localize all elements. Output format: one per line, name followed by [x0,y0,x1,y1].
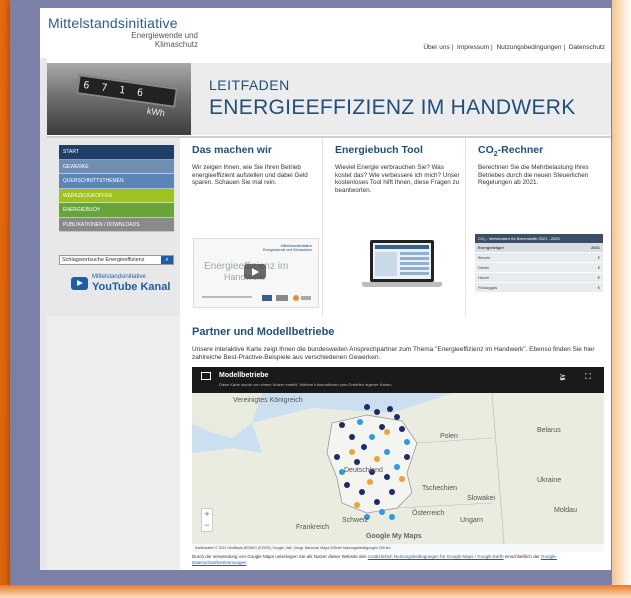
map-zoom-control[interactable]: + − [201,508,213,532]
feature-text: Wieviel Energie verbrauchen Sie? Was kos… [335,164,460,194]
co2-table-title: CO₂ - Mehrkosten für Brennstoffe 2021 - … [475,234,603,243]
logo-sub-line-2: Klimaschutz [154,40,198,49]
feature-title: Energiebuch Tool [335,144,423,156]
table-row: Flüssiggas € [475,283,603,293]
feature-text: Berechnen Sie die Mehrbelastung Ihres Be… [478,164,589,186]
meter-counter: 6 7 1 6 [76,74,178,108]
link-datenschutz[interactable]: Datenschutz [569,44,605,51]
search-icon[interactable]: ⌕ [161,256,173,264]
site-logo-subtitle: Energiewende und Klimaschutz [48,31,198,49]
map-label-hungary: Ungarn [460,517,483,524]
google-my-maps-logo: Google My Maps [366,533,422,540]
co2-row-name: Benzin [478,255,491,260]
co2-col-energietraeger: Energieträger [478,245,505,250]
nav-item-start[interactable]: START [59,145,174,160]
table-row: Benzin € [475,253,603,263]
nav-item-gewerke[interactable]: GEWERKE [59,159,174,174]
bottom-glow [0,585,631,598]
map-label-france: Frankreich [296,524,330,531]
laptop-image[interactable] [362,240,442,304]
youtube-channel-link[interactable]: Mittelstandsinitiative YouTube Kanal [71,273,176,295]
feature-title: CO2-Rechner [478,144,544,159]
banner-eyebrow: LEITFADEN [209,77,290,93]
co2-row-value: € [597,275,600,280]
link-ueber-uns[interactable]: Über uns [423,44,449,51]
map-label-poland: Polen [440,433,458,440]
main-nav: START GEWERKE QUERSCHNITTSTHEMEN WERKZEU… [59,145,174,232]
site-header: Mittelstandsinitiative Energiewende und … [40,8,611,58]
co2-col-2021: 2021 [591,245,600,250]
meter-unit: kWh [146,105,166,119]
left-gutter [40,58,47,570]
laptop-screen-content [373,243,431,279]
nav-item-publikationen[interactable]: PUBLIKATIONEN / DOWNLOADS [59,217,174,232]
banner-title: ENERGIEEFFIZIENZ IM HANDWERK [209,96,576,119]
youtube-big-label: YouTube Kanal [92,281,171,293]
co2-row-name: Flüssiggas [478,285,498,290]
co2-table-preview[interactable]: CO₂ - Mehrkosten für Brennstoffe 2021 - … [475,234,603,293]
top-links: Über uns | Impressum | Nutzungsbedingung… [423,44,605,51]
right-glow [612,0,631,598]
co2-table-header-row: Energieträger 2021 [475,243,603,253]
map-terms-notice: Durch die Verwendung von Google Maps unt… [192,554,606,566]
map-label-switzerland: Schweiz [342,517,369,524]
map-label-germany: Deutschland [344,467,383,474]
laptop-screen [370,240,434,282]
feature-energiebuch-tool: Energiebuch Tool Wieviel Energie verbrau… [328,138,466,316]
search-box: Schlagwortsuche Energieeffizienz ⌕ [59,255,174,265]
feature-das-machen-wir: Das machen wir Wir zeigen Ihnen, wie Sie… [185,138,323,316]
link-nutzungsbedingungen[interactable]: Nutzungsbedingungen [496,44,561,51]
co2-row-name: Diesel [478,265,490,270]
map-label-ukraine: Ukraine [537,477,562,484]
co2-row-value: € [597,285,600,290]
video-play-icon[interactable] [244,264,266,279]
sidebar-lower-panel [47,316,180,570]
map-label-czech: Tschechien [422,485,458,492]
laptop-screen-graphic [375,245,429,276]
video-partner-logos [202,295,311,301]
marker-layer [334,404,410,520]
partner-title: Partner und Modellbetriebe [192,326,335,338]
laptop-base [362,282,442,287]
sidebar: START GEWERKE QUERSCHNITTSTHEMEN WERKZEU… [47,138,180,316]
electricity-meter-image: 6 7 1 6 kWh [47,63,191,135]
map-attribution: Kartendaten © 2021 GeoBasis-DE/BKG (©200… [192,544,604,552]
table-row: Heizöl € [475,273,603,283]
terms-link-maps[interactable]: zusätzlichen Nutzungsbedingungen für Goo… [368,554,504,559]
table-row: Diesel € [475,263,603,273]
youtube-small-label: Mittelstandsinitiative [92,274,146,280]
site-logo[interactable]: Mittelstandsinitiative [48,15,178,31]
nav-item-energiebuch[interactable]: ENERGIEBUCH [59,203,174,218]
hero-banner: 6 7 1 6 kWh LEITFADEN ENERGIEEFFIZIENZ I… [47,63,611,135]
co2-row-value: € [597,255,600,260]
link-impressum[interactable]: Impressum [457,44,489,51]
feature-columns: Das machen wir Wir zeigen Ihnen, wie Sie… [185,138,611,316]
feature-co2-rechner: CO2-Rechner Berechnen Sie die Mehrbelast… [471,138,609,316]
feature-text: Wir zeigen Ihnen, wie Sie Ihren Betrieb … [192,164,308,186]
nav-item-werkzeugkoffer[interactable]: WERKZEUGKOFFER [59,188,174,203]
website-page: Mittelstandsinitiative Energiewende und … [40,8,611,570]
map-label-austria: Österreich [412,510,445,517]
terms-text-mid: einschließlich der [504,554,540,559]
co2-row-value: € [597,265,600,270]
co2-row-name: Heizöl [478,275,490,280]
map-label-slovakia: Slowakei [467,495,496,502]
partner-map[interactable]: Modellbetriebe Diese Karte wurde von ein… [192,367,604,552]
partner-intro: Unsere interaktive Karte zeigt Ihnen die… [192,346,595,361]
video-thumbnail[interactable]: Mittelstandsinitiative Energiewende und … [193,238,319,308]
search-input[interactable]: Schlagwortsuche Energieeffizienz [62,256,160,264]
video-logo-text: Mittelstandsinitiative Energiewende und … [262,244,312,252]
terms-text: Durch die Verwendung von Google Maps unt… [192,554,367,559]
meter-digits: 6 7 1 6 [82,79,147,100]
map-label-belarus: Belarus [537,427,561,434]
youtube-play-icon [71,277,88,290]
logo-sub-line-1: Energiewende und [131,31,198,40]
nav-item-querschnittsthemen[interactable]: QUERSCHNITTSTHEMEN [59,174,174,189]
feature-title: Das machen wir [192,144,272,156]
map-label-uk: Vereinigtes Königreich [233,397,303,404]
map-label-moldova: Moldau [554,507,577,514]
partner-section: Partner und Modellbetriebe Unsere intera… [185,321,611,570]
